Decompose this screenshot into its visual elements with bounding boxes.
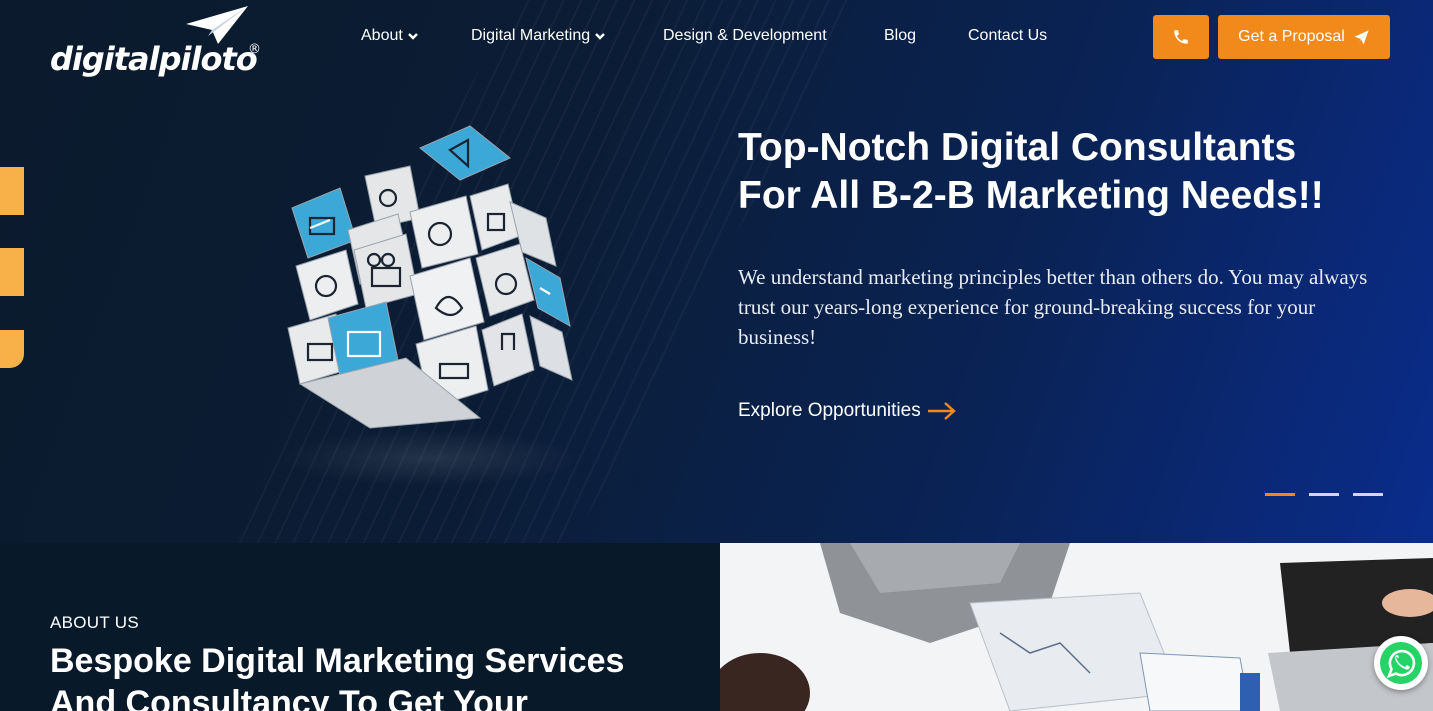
side-tab-2[interactable]	[0, 248, 24, 296]
logo-registered-mark: ®	[248, 42, 261, 57]
hero-title-line-2: For All B-2-B Marketing Needs!!	[738, 174, 1324, 217]
explore-opportunities-link[interactable]: Explore Opportunities	[738, 400, 957, 422]
nav-contact-us-label: Contact Us	[968, 27, 1048, 44]
nav-digital-marketing[interactable]: Digital Marketing	[471, 24, 606, 48]
nav-blog-label: Blog	[884, 27, 917, 44]
nav-design-development[interactable]: Design & Development	[663, 24, 827, 48]
explore-opportunities-label: Explore Opportunities	[738, 400, 921, 421]
hero-title: Top-Notch Digital Consultants For All B-…	[738, 124, 1388, 220]
carousel-dot-3[interactable]	[1353, 493, 1383, 496]
about-label: ABOUT US	[50, 613, 139, 632]
call-button[interactable]	[1153, 15, 1209, 59]
arrow-right-icon	[927, 402, 956, 420]
side-tab-1[interactable]	[0, 167, 24, 215]
whatsapp-icon	[1380, 642, 1422, 684]
get-proposal-button[interactable]: Get a Proposal	[1218, 15, 1390, 59]
nav-about-label: About	[361, 27, 403, 44]
business-meeting-photo	[720, 543, 1433, 711]
paper-plane-icon	[1354, 29, 1369, 45]
nav-digital-marketing-label: Digital Marketing	[471, 27, 591, 44]
carousel-dot-2[interactable]	[1309, 493, 1339, 496]
hero-title-line-1: Top-Notch Digital Consultants	[738, 126, 1297, 169]
whatsapp-chat-button[interactable]	[1374, 636, 1428, 690]
get-proposal-label: Get a Proposal	[1238, 28, 1345, 45]
about-title: Bespoke Digital Marketing Services And C…	[50, 642, 625, 711]
chevron-down-icon	[407, 33, 418, 40]
carousel-dot-1[interactable]	[1265, 493, 1295, 496]
hero-description: We understand marketing principles bette…	[738, 265, 1368, 349]
logo[interactable]: digitalpiloto ®	[50, 6, 270, 78]
chevron-down-icon	[595, 33, 606, 40]
phone-icon	[1174, 30, 1188, 44]
nav-contact-us[interactable]: Contact Us	[968, 24, 1047, 48]
nav-design-development-label: Design & Development	[663, 27, 827, 44]
side-tab-3[interactable]	[0, 330, 24, 368]
meeting-illustration	[720, 543, 1433, 711]
marketing-cube-illustration	[270, 118, 610, 498]
carousel-indicators	[1265, 493, 1383, 496]
nav-blog[interactable]: Blog	[884, 24, 916, 48]
logo-wordmark: digitalpiloto	[50, 40, 258, 78]
nav-about[interactable]: About	[361, 24, 419, 48]
cube-graphic	[280, 125, 580, 486]
